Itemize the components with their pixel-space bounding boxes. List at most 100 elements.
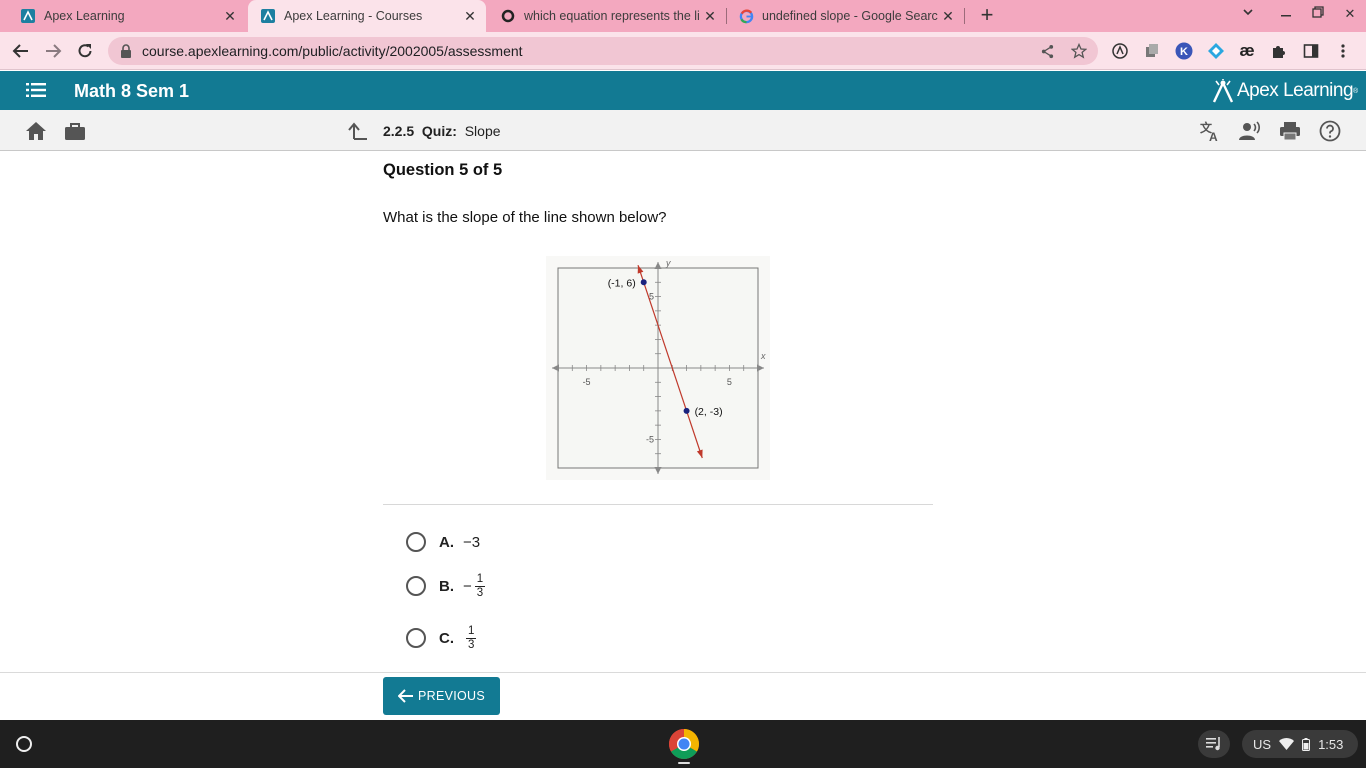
browser-tab-strip: Apex Learning ✕ Apex Learning - Courses … — [0, 0, 1366, 32]
chrome-menu-icon[interactable] — [1334, 42, 1352, 60]
arrow-left-icon — [398, 689, 413, 703]
question-header: Question 5 of 5 — [383, 161, 503, 179]
browser-tab-google-search[interactable]: undefined slope - Google Search ✕ — [728, 0, 964, 32]
extensions-puzzle-icon[interactable] — [1270, 42, 1288, 60]
choice-letter: B. — [439, 577, 454, 595]
radio-button[interactable] — [406, 628, 426, 648]
launcher-icon[interactable] — [12, 732, 36, 756]
minimize-icon[interactable] — [1276, 6, 1296, 21]
translate-icon[interactable]: 文A — [1199, 120, 1221, 142]
choice-value: − 1 3 — [463, 572, 486, 600]
google-favicon-icon — [738, 8, 754, 24]
browser-tab-apex-learning[interactable]: Apex Learning ✕ — [0, 0, 246, 32]
wifi-icon — [1279, 738, 1295, 750]
x-tick-label-pos5: 5 — [727, 377, 732, 387]
svg-text:A: A — [1209, 130, 1218, 142]
choice-value-text: −3 — [463, 533, 481, 551]
question-text: What is the slope of the line shown belo… — [383, 209, 667, 226]
briefcase-icon[interactable] — [64, 120, 86, 142]
back-icon[interactable] — [10, 40, 32, 62]
coordinate-graph: x y -5 5 -5 5 (-1, 6) (2, -3) — [546, 256, 770, 480]
extension-ae-icon[interactable]: æ — [1238, 41, 1256, 60]
close-tab-icon[interactable]: ✕ — [938, 8, 958, 25]
os-shelf: US 1:53 — [0, 720, 1366, 768]
forward-icon[interactable] — [42, 40, 64, 62]
fraction-denominator: 3 — [476, 586, 484, 599]
address-bar[interactable]: course.apexlearning.com/public/activity/… — [108, 37, 1098, 65]
activity-breadcrumb: 2.2.5 Quiz: Slope — [383, 123, 501, 139]
print-icon[interactable] — [1279, 120, 1301, 142]
browser-tab-apex-courses[interactable]: Apex Learning - Courses ✕ — [248, 0, 486, 32]
reload-icon[interactable] — [74, 40, 96, 62]
clock: 1:53 — [1318, 736, 1344, 752]
tab-search-icon[interactable] — [1238, 6, 1258, 21]
browser-toolbar: course.apexlearning.com/public/activity/… — [0, 32, 1366, 70]
help-icon[interactable] — [1319, 120, 1341, 142]
question-divider — [383, 504, 933, 505]
x-axis-label: x — [760, 351, 766, 361]
chrome-app-icon[interactable] — [668, 728, 700, 760]
choice-sign: − — [463, 577, 472, 595]
apex-favicon-icon — [20, 8, 36, 24]
close-tab-icon[interactable]: ✕ — [460, 8, 480, 25]
x-tick-label-neg5: -5 — [583, 377, 591, 387]
answer-choice-c[interactable]: C. 1 3 — [406, 623, 477, 653]
point-b-dot — [683, 407, 690, 414]
locale-indicator: US — [1253, 736, 1272, 752]
previous-button[interactable]: PREVIOUS — [383, 677, 500, 715]
choice-letter: A. — [439, 533, 454, 551]
apex-learning-logo[interactable]: Apex Learning ® — [1212, 78, 1358, 104]
radio-button[interactable] — [406, 532, 426, 552]
close-tab-icon[interactable]: ✕ — [220, 8, 240, 25]
extension-k-icon[interactable]: K — [1175, 42, 1193, 60]
answer-choice-a[interactable]: A. −3 — [406, 527, 480, 557]
fraction-numerator: 1 — [474, 572, 486, 587]
fraction: 1 3 — [474, 572, 486, 600]
home-icon[interactable] — [25, 120, 47, 142]
activity-name: Slope — [464, 123, 501, 139]
quiz-footer: PREVIOUS — [0, 672, 1366, 720]
radio-button[interactable] — [406, 576, 426, 596]
lock-icon[interactable] — [120, 44, 132, 63]
activity-bar: 2.2.5 Quiz: Slope 文A — [0, 110, 1366, 151]
answer-choice-b[interactable]: B. − 1 3 — [406, 571, 486, 601]
share-icon[interactable] — [1038, 42, 1056, 60]
text-to-speech-icon[interactable] — [1239, 120, 1261, 142]
point-b-label: (2, -3) — [695, 406, 723, 418]
fraction-denominator: 3 — [468, 638, 475, 651]
course-header: Math 8 Sem 1 Apex Learning ® — [0, 71, 1366, 110]
extension-diamond-icon[interactable] — [1207, 42, 1225, 60]
bookmark-star-icon[interactable] — [1070, 42, 1088, 60]
previous-label: PREVIOUS — [418, 689, 485, 703]
close-tab-icon[interactable]: ✕ — [700, 8, 720, 25]
new-tab-button[interactable]: + — [976, 4, 998, 26]
y-tick-label-neg5: -5 — [646, 434, 654, 444]
up-to-activity-icon[interactable] — [347, 120, 369, 142]
extension-copy-icon[interactable] — [1143, 42, 1161, 60]
tab-title: Apex Learning — [44, 9, 125, 23]
fraction: 1 3 — [466, 624, 477, 652]
y-axis-label: y — [665, 258, 671, 268]
choice-value: −3 — [463, 534, 480, 551]
choice-letter: C. — [439, 629, 454, 647]
fraction-numerator: 1 — [466, 624, 477, 639]
tab-separator — [726, 8, 727, 24]
apex-logo-icon — [1212, 79, 1234, 103]
status-tray[interactable]: US 1:53 — [1242, 730, 1358, 758]
side-panel-icon[interactable] — [1302, 42, 1320, 60]
hamburger-menu-icon[interactable] — [26, 83, 46, 102]
browser-tab-which-equation[interactable]: which equation represents the li ✕ — [488, 0, 726, 32]
point-a-label: (-1, 6) — [608, 277, 636, 289]
activity-type: Quiz: — [421, 123, 457, 139]
url-text[interactable]: course.apexlearning.com/public/activity/… — [142, 43, 523, 59]
apex-favicon-icon — [260, 8, 276, 24]
extension-a-icon[interactable] — [1111, 42, 1129, 60]
brainly-favicon-icon — [500, 8, 516, 24]
tab-title: which equation represents the li — [524, 9, 700, 23]
media-controls-icon[interactable] — [1198, 730, 1230, 758]
battery-icon — [1302, 737, 1311, 751]
restore-icon[interactable] — [1308, 6, 1328, 21]
brand-registered-mark: ® — [1353, 87, 1358, 95]
brand-name: Apex Learning — [1237, 80, 1354, 101]
close-window-icon[interactable]: ✕ — [1340, 6, 1360, 22]
